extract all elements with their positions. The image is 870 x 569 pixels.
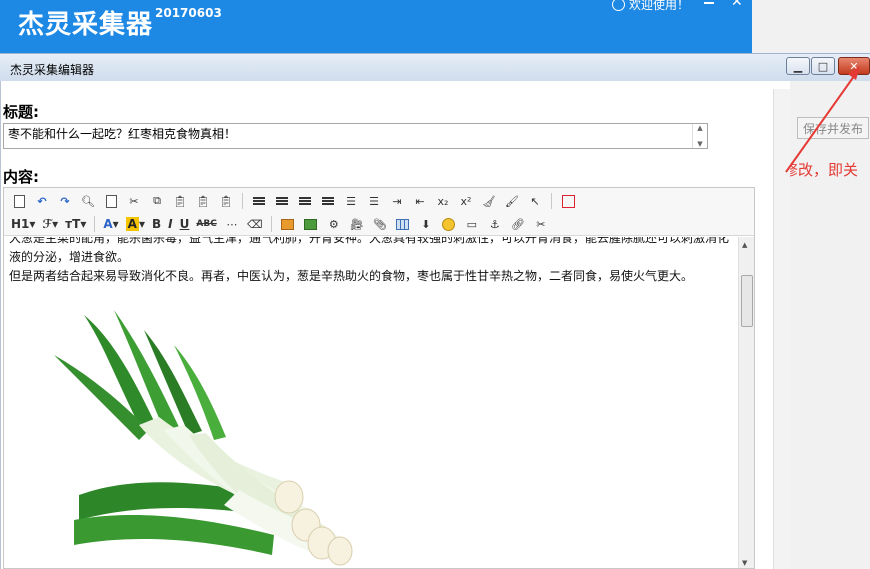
bold-button[interactable]: B	[151, 215, 162, 233]
toolbar-divider	[551, 193, 552, 209]
outdent-icon[interactable]: ⇤	[411, 192, 429, 210]
user-icon	[612, 0, 625, 11]
content-scrollbar[interactable]: ▲ ▼	[738, 237, 754, 568]
welcome-text: 欢迎使用！	[629, 0, 690, 12]
title-input-scroll[interactable]: ▲ ▼	[692, 124, 707, 148]
format-painter-icon[interactable]: 🖌︎	[503, 192, 521, 210]
paste-icon[interactable]: 📋︎	[171, 192, 189, 210]
window-minimize-button[interactable]: ▁	[786, 57, 810, 75]
background-app-header: 杰灵采集器 20170603 欢迎使用！ ✕	[0, 0, 752, 60]
indent-icon[interactable]: ⇥	[388, 192, 406, 210]
window-scrollbar[interactable]	[773, 89, 790, 569]
align-left-icon[interactable]	[250, 192, 268, 210]
fullscreen-icon[interactable]	[559, 192, 577, 210]
bg-color-dropdown[interactable]: A ▾	[125, 215, 146, 233]
window-maximize-button[interactable]: □	[811, 57, 835, 75]
content-edit-area[interactable]: 大葱是主菜的配角，能杀菌杀毒，益气生津，通气利肺，开胃安神。大葱具有较强的刺激性…	[4, 237, 738, 568]
emoticon-icon[interactable]	[440, 215, 458, 233]
rich-text-editor: ↶ ↷ 🔍︎ ✂ ⧉ 📋︎ 📋︎ 📋︎ ☰ ☰ ⇥ ⇤ x₂ x² 🧹︎ 🖌︎ …	[3, 187, 755, 569]
superscript-icon[interactable]: x²	[457, 192, 475, 210]
insert-flash-icon[interactable]: ⚙	[325, 215, 343, 233]
window-close-button[interactable]: ✕	[838, 57, 870, 75]
app-version: 20170603	[155, 6, 222, 20]
window-titlebar[interactable]: 杰灵采集编辑器 ▁ □ ✕	[0, 53, 870, 81]
insert-video-icon[interactable]: 🎥︎	[348, 215, 366, 233]
editor-window: 杰灵采集编辑器 ▁ □ ✕ 标题: 枣不能和什么一起吃？红枣相克食物真相！ ▲ ▼…	[0, 53, 870, 569]
underline-button[interactable]: U	[179, 215, 191, 233]
subscript-icon[interactable]: x₂	[434, 192, 452, 210]
down-arrow-icon: ▼	[697, 140, 703, 148]
font-color-label: A	[103, 217, 113, 231]
insert-multi-image-icon[interactable]	[302, 215, 320, 233]
toolbar-row-2: H1 ▾ ℱ ▾ тT ▾ A ▾ A ▾ B I U ABC ⋯ ⌫ ⚙ 🎥︎ 📎︎ ⬇	[10, 214, 550, 234]
source-code-icon[interactable]	[10, 192, 28, 210]
horizontal-line-icon[interactable]: ⋯	[223, 215, 241, 233]
insert-image-icon[interactable]	[279, 215, 297, 233]
editor-toolbar: ↶ ↷ 🔍︎ ✂ ⧉ 📋︎ 📋︎ 📋︎ ☰ ☰ ⇥ ⇤ x₂ x² 🧹︎ 🖌︎ …	[4, 188, 754, 236]
title-input[interactable]: 枣不能和什么一起吃？红枣相克食物真相！	[3, 123, 708, 149]
scroll-down-icon[interactable]: ▼	[742, 559, 747, 567]
clear-format-icon[interactable]: 🧹︎	[480, 192, 498, 210]
minimize-icon[interactable]	[704, 2, 714, 4]
redo-icon[interactable]: ↷	[56, 192, 74, 210]
insert-table-icon[interactable]	[394, 215, 412, 233]
window-title: 杰灵采集编辑器	[10, 63, 95, 77]
up-arrow-icon: ▲	[697, 124, 703, 132]
undo-icon[interactable]: ↶	[33, 192, 51, 210]
scrollbar-thumb[interactable]	[741, 275, 753, 327]
heading-dropdown[interactable]: H1 ▾	[10, 215, 36, 233]
welcome-link[interactable]: 欢迎使用！	[612, 0, 689, 13]
font-size-dropdown[interactable]: тT ▾	[64, 215, 87, 233]
font-family-dropdown[interactable]: ℱ ▾	[41, 215, 59, 233]
template-icon[interactable]	[102, 192, 120, 210]
close-icon: ✕	[849, 59, 859, 73]
toolbar-row-1: ↶ ↷ 🔍︎ ✂ ⧉ 📋︎ 📋︎ 📋︎ ☰ ☰ ⇥ ⇤ x₂ x² 🧹︎ 🖌︎ …	[10, 191, 577, 211]
strikethrough-button[interactable]: ABC	[195, 215, 217, 233]
paste-text-icon[interactable]: 📋︎	[194, 192, 212, 210]
title-label: 标题:	[3, 103, 39, 121]
justify-icon[interactable]	[319, 192, 337, 210]
app-title: 杰灵采集器	[18, 10, 154, 40]
minimize-icon: ▁	[793, 59, 803, 73]
copy-icon[interactable]: ⧉	[148, 192, 166, 210]
link-icon[interactable]: 🔗︎	[509, 215, 527, 233]
insert-code-icon[interactable]: ⬇	[417, 215, 435, 233]
content-paragraph: 但是两者结合起来易导致消化不良。再者，中医认为，葱是辛热助火的食物，枣也属于性甘…	[9, 269, 694, 283]
font-size-label: тT	[65, 217, 81, 231]
maximize-icon: □	[817, 59, 829, 73]
select-icon[interactable]: ↖	[526, 192, 544, 210]
paste-word-icon[interactable]: 📋︎	[217, 192, 235, 210]
toolbar-divider	[242, 193, 243, 209]
anchor-icon[interactable]: ⚓	[486, 215, 504, 233]
heading-label: H1	[11, 217, 30, 231]
align-right-icon[interactable]	[296, 192, 314, 210]
unordered-list-icon[interactable]: ☰	[365, 192, 383, 210]
page-break-icon[interactable]: ▭	[463, 215, 481, 233]
scallion-image	[54, 310, 353, 566]
preview-icon[interactable]: 🔍︎	[79, 192, 97, 210]
scroll-up-icon[interactable]: ▲	[742, 241, 747, 249]
content-paragraph: 大葱是主菜的配角，能杀菌杀毒，益气生津，通气利肺，开胃安神。大葱具有较强的刺激性…	[9, 237, 730, 264]
align-center-icon[interactable]	[273, 192, 291, 210]
app-close-icon[interactable]: ✕	[731, 0, 743, 10]
unlink-icon[interactable]: ✂	[532, 215, 550, 233]
content-label: 内容:	[3, 168, 39, 186]
font-color-dropdown[interactable]: A ▾	[102, 215, 119, 233]
cut-icon[interactable]: ✂	[125, 192, 143, 210]
ordered-list-icon[interactable]: ☰	[342, 192, 360, 210]
font-family-label: ℱ	[42, 217, 53, 231]
toolbar-divider	[270, 216, 272, 232]
bg-color-label: A	[125, 217, 139, 231]
toolbar-divider	[94, 216, 96, 232]
eraser-icon[interactable]: ⌫	[246, 215, 264, 233]
italic-button[interactable]: I	[167, 215, 173, 233]
attachment-icon[interactable]: 📎︎	[371, 215, 389, 233]
